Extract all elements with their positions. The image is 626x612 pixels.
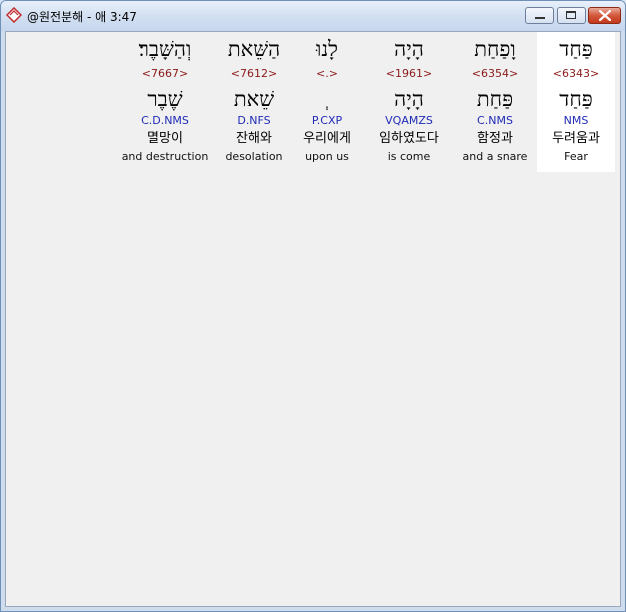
hebrew-word: לָנוּ xyxy=(315,37,339,61)
parsing-code: NMS xyxy=(563,114,589,127)
parsing-code: C.NMS xyxy=(477,114,513,127)
app-logo-icon xyxy=(5,6,23,24)
strong-number[interactable]: <1961> xyxy=(370,67,448,80)
hebrew-word: הַשֵּׁאת xyxy=(227,37,281,61)
word-column[interactable]: לָנוּ <.> ְ P.CXP 우리에게 upon us xyxy=(288,32,366,172)
strong-number[interactable]: <7667> xyxy=(126,67,204,80)
minimize-icon xyxy=(535,17,545,19)
minimize-button[interactable] xyxy=(525,7,554,24)
english-gloss: desolation xyxy=(225,150,283,163)
word-column[interactable]: הַשֵּׁאת <7612> שֵׁאת D.NFS 잔해와 desolati… xyxy=(215,32,293,172)
title-bar[interactable]: @원전분해 - 애 3:47 xyxy=(1,1,625,31)
word-column[interactable]: וָפַחַת <6354> פַּחַת C.NMS 함정과 and a sn… xyxy=(456,32,534,172)
word-column[interactable]: הָיָה <1961> הָיָה VQAMZS 임하였도다 is come xyxy=(370,32,448,172)
english-gloss: and a snare xyxy=(462,150,528,163)
maximize-icon xyxy=(566,11,576,19)
korean-gloss: 두려움과 xyxy=(552,131,600,146)
hebrew-word: פַּחַד xyxy=(559,37,593,61)
korean-gloss: 잔해와 xyxy=(236,131,272,146)
hebrew-lemma: ְ xyxy=(288,87,366,111)
app-window: @원전분해 - 애 3:47 פַּחַד <6343> פַּחַד NMS … xyxy=(0,0,626,612)
word-column-selected[interactable]: פַּחַד <6343> פַּחַד NMS 두려움과 Fear xyxy=(537,32,615,172)
strong-number[interactable]: <.> xyxy=(288,67,366,80)
parsing-code: VQAMZS xyxy=(385,114,433,127)
hebrew-lemma: פַּחַת xyxy=(476,87,514,111)
parsing-code: P.CXP xyxy=(311,114,343,127)
hebrew-lemma: שֵׁאת xyxy=(233,87,275,111)
maximize-button[interactable] xyxy=(557,7,586,24)
hebrew-word: וְהַשָּׁבֶר׃ xyxy=(138,37,192,61)
english-gloss: and destruction xyxy=(121,150,209,163)
korean-gloss: 함정과 xyxy=(477,131,513,146)
close-button[interactable] xyxy=(588,7,621,24)
english-gloss: Fear xyxy=(564,150,588,163)
interlinear-view: פַּחַד <6343> פַּחַד NMS 두려움과 Fear וָפַח… xyxy=(5,31,621,607)
hebrew-lemma: הָיָה xyxy=(394,87,424,111)
word-column[interactable]: וְהַשָּׁבֶר׃ <7667> שֶׁבֶר C.D.NMS 멸망이 a… xyxy=(122,32,209,172)
korean-gloss: 임하였도다 xyxy=(379,131,439,146)
window-title: @원전분해 - 애 3:47 xyxy=(27,10,137,24)
close-icon xyxy=(599,10,611,21)
korean-gloss: 우리에게 xyxy=(303,131,351,146)
parsing-code: C.D.NMS xyxy=(141,114,189,127)
hebrew-word: הָיָה xyxy=(394,37,424,61)
hebrew-lemma: שֶׁבֶר xyxy=(147,87,183,111)
strong-number[interactable]: <7612> xyxy=(215,67,293,80)
strong-number[interactable]: <6354> xyxy=(456,67,534,80)
hebrew-word: וָפַחַת xyxy=(474,37,516,61)
strong-number[interactable]: <6343> xyxy=(537,67,615,80)
parsing-code: D.NFS xyxy=(237,114,271,127)
english-gloss: is come xyxy=(387,150,431,163)
korean-gloss: 멸망이 xyxy=(147,131,183,146)
hebrew-lemma: פַּחַד xyxy=(559,87,593,111)
